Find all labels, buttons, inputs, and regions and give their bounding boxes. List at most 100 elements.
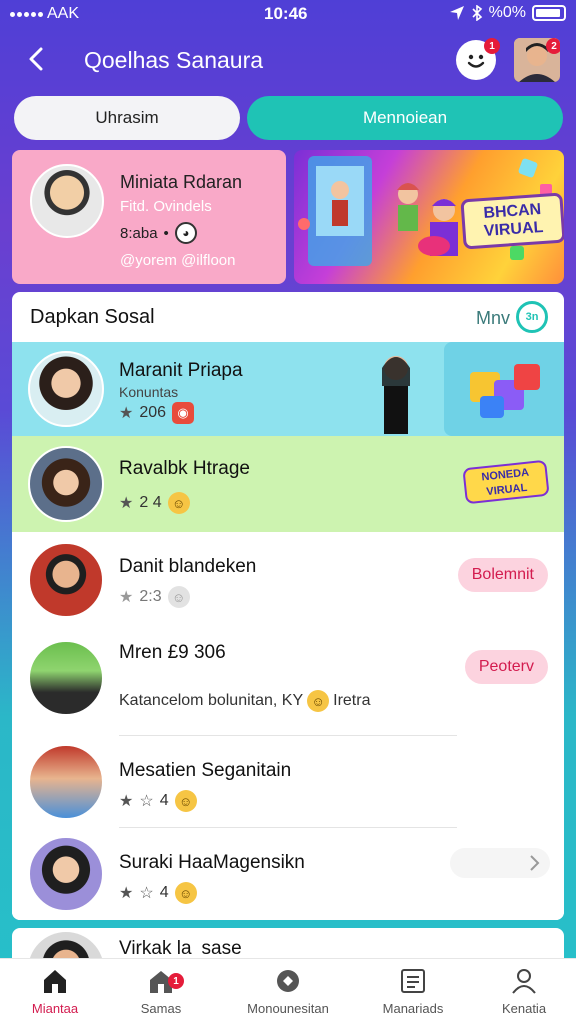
profile-name: Miniata Rdaran: [120, 172, 243, 192]
star-outline-icon: ☆: [139, 885, 154, 902]
nav-store[interactable]: 1 Samas: [106, 967, 216, 1016]
emoji-button[interactable]: 1: [456, 38, 500, 80]
list-item[interactable]: Maranit Priapa Konuntas ★ 206 ◉: [12, 342, 564, 436]
list-item-meta: ★ 206 ◉: [119, 402, 195, 424]
list-item[interactable]: Mesatien Seganitain ★ ☆ 4 ☺: [12, 736, 564, 828]
smiley-icon: ☺: [167, 586, 190, 608]
nav-monounesitan[interactable]: Monounesitan: [232, 967, 344, 1016]
tab-mennoiean[interactable]: Mennoiean: [247, 96, 563, 140]
clock: 10:46: [264, 4, 308, 23]
bottom-navigation: Miantaa 1 Samas Monounesitan Manariads K…: [0, 958, 576, 1024]
avatar: [28, 446, 104, 522]
profile-avatar-button[interactable]: 2: [514, 38, 560, 82]
panda-icon: ◕: [174, 222, 197, 244]
list-item-name: Maranit Priapa: [119, 360, 243, 381]
avatar: [28, 640, 104, 716]
status-icons: %0%: [449, 4, 566, 22]
page-title: Qoelhas Sanaura: [84, 47, 264, 73]
status-bar: AAK 10:46 %0%: [0, 0, 576, 30]
tag-icon: [277, 970, 299, 992]
list-item-name: Mesatien Seganitain: [119, 760, 292, 781]
carrier-info: AAK: [10, 5, 79, 23]
dot-separator: •: [163, 224, 169, 242]
star-icon: ★: [119, 793, 134, 810]
list-item-desc: Katancelom bolunitan, KY ☺ Iretra: [119, 690, 370, 712]
panel-title: Dapkan Sosal: [30, 306, 155, 328]
profile-card[interactable]: Miniata Rdaran Fitd. Ovindels 8:aba • ◕ …: [12, 150, 286, 284]
gift-boxes-icon: [470, 364, 540, 418]
list-item-partial[interactable]: Virkak la sase: [12, 928, 564, 960]
partial-row-text: Virkak la sase: [119, 938, 242, 960]
star-icon: ★: [119, 589, 134, 606]
nav-label: Manariads: [382, 1001, 444, 1016]
signal-icon: [10, 11, 43, 17]
carrier-label: AAK: [47, 5, 80, 22]
list-item-meta: ★ ☆ 4 ☺: [119, 882, 197, 904]
list-item-tail: sase: [201, 938, 242, 959]
avatar: [28, 542, 104, 618]
bolemnit-button[interactable]: Bolemnit: [457, 558, 548, 592]
gift-thumbnail[interactable]: [444, 342, 564, 436]
rating-value: 2:3: [139, 588, 162, 605]
list-item-meta: ★ ☆ 4 ☺: [119, 790, 197, 812]
more-icon[interactable]: 3n: [516, 301, 548, 333]
social-list-panel: Dapkan Sosal Mnv 3n Maranit Priapa Konun…: [12, 292, 564, 920]
star-outline-icon: ☆: [139, 793, 154, 810]
avatar-badge: 2: [546, 38, 560, 54]
avatar: [28, 744, 104, 820]
avatar: [28, 351, 104, 427]
profile-subtitle: Fitd. Ovindels: [120, 198, 212, 215]
camera-icon: ◉: [172, 402, 195, 424]
nav-label: Miantaa: [31, 1001, 79, 1016]
rating-value: 4: [159, 792, 169, 809]
desc-text: Katancelom bolunitan, KY: [119, 692, 304, 709]
list-item-name: Mren £9 306: [119, 642, 226, 663]
nav-label: Kenatia: [501, 1001, 547, 1016]
smiley-icon: ☺: [307, 690, 330, 712]
smiley-icon: ☺: [167, 492, 190, 514]
back-button[interactable]: [22, 44, 52, 74]
notification-badge: 1: [484, 38, 500, 54]
tab-bar: Uhrasim Mennoiean: [14, 96, 563, 140]
panel-more-link[interactable]: Mnv: [476, 308, 510, 329]
list-item-name: Suraki HaaMagensikn: [119, 852, 305, 873]
app-header: Qoelhas Sanaura 1 2: [0, 36, 576, 86]
nav-badge: 1: [168, 973, 184, 989]
chevron-right-icon: [530, 855, 540, 871]
nav-home[interactable]: Miantaa: [0, 967, 110, 1016]
star-icon: ★: [119, 885, 134, 902]
list-item[interactable]: Suraki HaaMagensikn ★ ☆ 4 ☺: [12, 828, 564, 920]
desc-tail: Iretra: [333, 692, 371, 709]
list-item[interactable]: Danit blandeken ★ 2:3 ☺ Bolemnit: [12, 532, 564, 628]
avatar: [28, 932, 104, 960]
virual-badge: NONEDA VIRUAL: [462, 459, 550, 505]
star-icon: ★: [119, 495, 134, 512]
nav-manariads[interactable]: Manariads: [358, 967, 468, 1016]
user-icon: [512, 969, 536, 994]
list-item-name: Virkak la: [119, 938, 192, 959]
tab-uhrasim[interactable]: Uhrasim: [14, 96, 240, 140]
bluetooth-icon: [472, 5, 482, 21]
banner-badge: BHCAN VIRUAL: [460, 192, 564, 250]
star-icon: ★: [119, 405, 134, 422]
list-item-name: Danit blandeken: [119, 556, 257, 577]
smiley-icon: ☺: [174, 882, 197, 904]
list-item-sub: Konuntas: [119, 384, 179, 400]
list-item-name: Ravalbk Htrage: [119, 458, 250, 479]
list-item-meta: ★ 2:3 ☺: [119, 586, 190, 608]
promo-banner[interactable]: BHCAN VIRUAL: [294, 150, 564, 284]
nav-label: Monounesitan: [247, 1001, 329, 1016]
rating-value: 4: [159, 884, 169, 901]
avatar: [28, 836, 104, 912]
nav-kenatia[interactable]: Kenatia: [472, 967, 576, 1016]
panel-header: Dapkan Sosal Mnv 3n: [12, 292, 564, 342]
row-action-pill[interactable]: [450, 848, 550, 878]
battery-percent: %0%: [488, 4, 526, 21]
list-item[interactable]: Ravalbk Htrage ★ 2 4 ☺ NONEDA VIRUAL: [12, 436, 564, 532]
list-item[interactable]: Mren £9 306 Katancelom bolunitan, KY ☺ I…: [12, 628, 564, 736]
person-photo: [382, 356, 410, 434]
rating-value: 206: [139, 404, 167, 421]
battery-icon: [532, 5, 566, 21]
chevron-left-icon: [29, 47, 43, 71]
peoterv-button[interactable]: Peoterv: [464, 650, 548, 684]
